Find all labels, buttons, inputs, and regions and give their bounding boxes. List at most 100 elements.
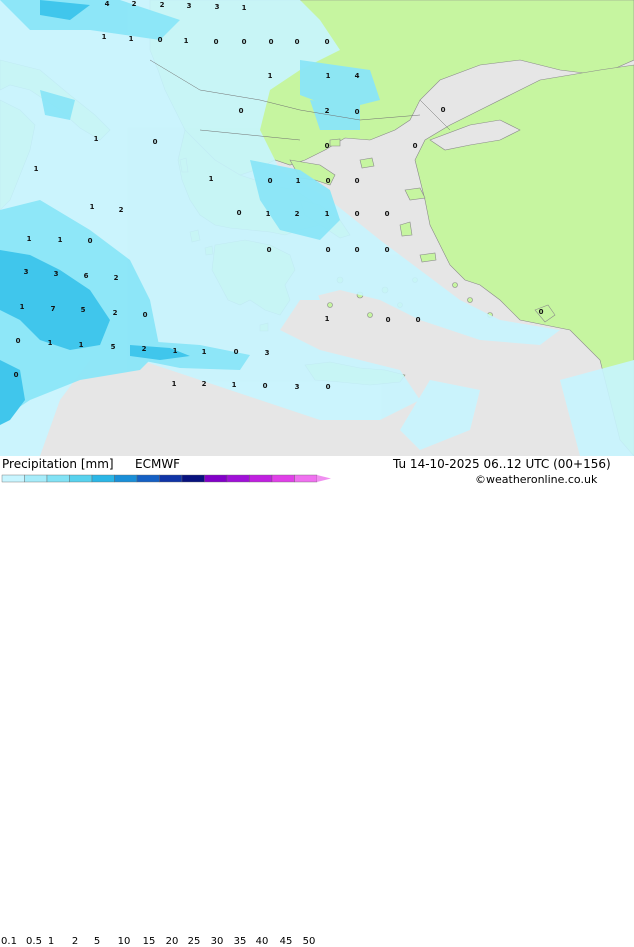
legend-panel: Precipitation [mm] ECMWF Tu 14-10-2025 0… — [0, 456, 634, 947]
precip-value: 0 — [88, 237, 93, 245]
precip-value: 3 — [187, 2, 192, 10]
precip-value: 0 — [413, 142, 418, 150]
precip-value: 3 — [54, 270, 59, 278]
precip-value: 1 — [325, 210, 330, 218]
precip-value: 1 — [209, 175, 214, 183]
scale-swatch — [271, 474, 295, 483]
precip-value: 1 — [266, 210, 271, 218]
precip-value: 0 — [441, 106, 446, 114]
precip-value: 1 — [232, 381, 237, 389]
precip-value: 6 — [84, 272, 89, 280]
scale-tick-label: 40 — [255, 936, 269, 947]
precip-value: 0 — [237, 209, 242, 217]
scale-tick-label: 10 — [117, 936, 131, 947]
precip-value: 1 — [94, 135, 99, 143]
scale-swatch — [1, 474, 25, 483]
scale-swatch — [249, 474, 273, 483]
precip-value: 1 — [20, 303, 25, 311]
valid-time: Tu 14-10-2025 06..12 UTC (00+156) — [393, 457, 611, 471]
precip-value: 0 — [269, 38, 274, 46]
scale-swatch — [226, 474, 250, 483]
scale-tick-label: 15 — [142, 936, 156, 947]
precip-value: 1 — [79, 341, 84, 349]
precip-value: 0 — [158, 36, 163, 44]
precip-value: 0 — [385, 210, 390, 218]
scale-tick-label: 30 — [210, 936, 224, 947]
precip-value: 1 — [90, 203, 95, 211]
precip-value: 5 — [111, 343, 116, 351]
precipitation-map: 4 2 2 3 3 1 1 1 0 1 0 0 0 0 0 1 1 4 2 0 0 0 1 0 0 0 1 1 0 1 0 0 1 2 0 1 2 1 0 0… — [0, 0, 634, 457]
precip-value: 0 — [355, 246, 360, 254]
precip-value: 4 — [355, 72, 360, 80]
precip-value: 1 — [48, 339, 53, 347]
scale-tick-label: 50 — [302, 936, 316, 947]
precip-value: 0 — [214, 38, 219, 46]
precip-value: 1 — [326, 72, 331, 80]
scale-swatch — [159, 474, 183, 483]
scale-swatch — [24, 474, 48, 483]
precip-value: 0 — [416, 316, 421, 324]
precip-value: 1 — [58, 236, 63, 244]
scale-tick-label: 0.5 — [26, 936, 42, 947]
precip-value: 1 — [34, 165, 39, 173]
precip-value: 0 — [268, 177, 273, 185]
precip-value: 0 — [326, 383, 331, 391]
precip-value: 0 — [295, 38, 300, 46]
scale-tick-label: 5 — [93, 936, 101, 947]
scale-swatch — [204, 474, 228, 483]
precip-value: 0 — [143, 311, 148, 319]
precip-value: 0 — [267, 246, 272, 254]
precip-value: 0 — [385, 246, 390, 254]
precip-value: 2 — [114, 274, 119, 282]
precip-value: 0 — [355, 108, 360, 116]
precip-value: 2 — [142, 345, 147, 353]
precip-value: 0 — [242, 38, 247, 46]
scale-swatch — [294, 474, 318, 483]
precip-value: 0 — [355, 177, 360, 185]
precip-value: 1 — [173, 347, 178, 355]
precip-value: 1 — [296, 177, 301, 185]
precip-value: 0 — [14, 371, 19, 379]
scale-tick-label: 1 — [47, 936, 55, 947]
precip-value: 0 — [263, 382, 268, 390]
scale-tick-label: 0.1 — [1, 936, 17, 947]
scale-tick-label: 25 — [187, 936, 201, 947]
precip-value: 2 — [113, 309, 118, 317]
precip-value: 0 — [325, 38, 330, 46]
scale-swatch — [46, 474, 70, 483]
precip-value: 2 — [295, 210, 300, 218]
scale-arrow — [317, 475, 331, 482]
precip-value: 1 — [202, 348, 207, 356]
precip-value: 1 — [27, 235, 32, 243]
precip-value: 4 — [105, 0, 110, 8]
precip-value: 1 — [325, 315, 330, 323]
precip-value: 1 — [102, 33, 107, 41]
precip-value: 0 — [153, 138, 158, 146]
precip-value: 3 — [295, 383, 300, 391]
precip-value: 2 — [132, 0, 137, 8]
precip-value: 2 — [325, 107, 330, 115]
precip-value: 3 — [215, 3, 220, 11]
precip-value: 1 — [242, 4, 247, 12]
precip-value: 2 — [119, 206, 124, 214]
precip-value: 1 — [184, 37, 189, 45]
precip-value: 0 — [539, 308, 544, 316]
precip-value: 7 — [51, 305, 56, 313]
scale-swatch — [114, 474, 138, 483]
scale-swatch — [136, 474, 160, 483]
precip-value: 0 — [239, 107, 244, 115]
precip-value: 1 — [172, 380, 177, 388]
scale-swatch — [91, 474, 115, 483]
precip-value: 0 — [386, 316, 391, 324]
precip-value: 2 — [202, 380, 207, 388]
precip-value: 0 — [234, 348, 239, 356]
precip-value: 0 — [325, 142, 330, 150]
precip-value: 0 — [16, 337, 21, 345]
precip-value: 0 — [355, 210, 360, 218]
scale-tick-label: 35 — [233, 936, 247, 947]
precip-value: 0 — [326, 177, 331, 185]
precip-value: 1 — [268, 72, 273, 80]
precip-value: 3 — [265, 349, 270, 357]
scale-swatch — [69, 474, 93, 483]
scale-tick-label: 2 — [71, 936, 79, 947]
